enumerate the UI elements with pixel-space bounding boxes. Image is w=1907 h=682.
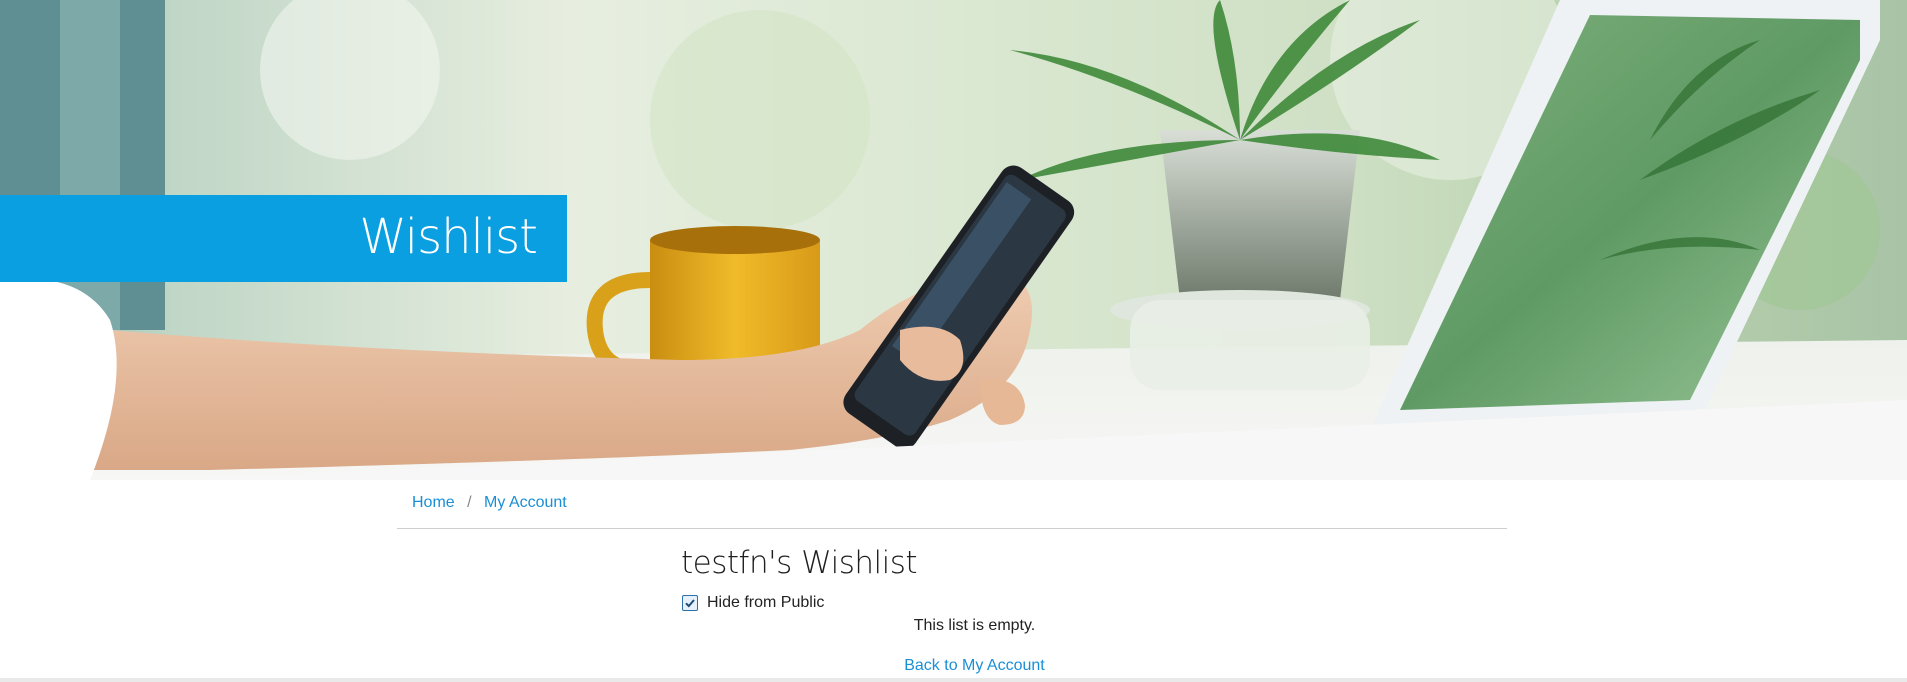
back-link-container: Back to My Account: [0, 657, 1907, 675]
hide-from-public-label: Hide from Public: [707, 594, 825, 611]
hide-from-public-checkbox[interactable]: [682, 595, 698, 611]
back-to-my-account-link[interactable]: Back to My Account: [904, 657, 1045, 674]
hero-banner: Wishlist: [0, 0, 1907, 480]
breadcrumb-separator: /: [467, 494, 472, 511]
hide-from-public-row[interactable]: Hide from Public: [682, 592, 824, 614]
page-title-band: Wishlist: [0, 195, 567, 282]
checkmark-icon: [685, 599, 695, 608]
page: Wishlist Home / My Account testfn's Wish…: [0, 0, 1907, 682]
wishlist-title: testfn's Wishlist: [681, 545, 918, 581]
empty-list-message: This list is empty.: [913, 617, 1036, 634]
breadcrumb-home-link[interactable]: Home: [412, 494, 455, 511]
breadcrumb: Home / My Account: [397, 482, 1507, 529]
breadcrumb-my-account-link[interactable]: My Account: [484, 494, 567, 511]
bottom-divider: [0, 678, 1907, 682]
page-title: Wishlist: [359, 209, 538, 265]
